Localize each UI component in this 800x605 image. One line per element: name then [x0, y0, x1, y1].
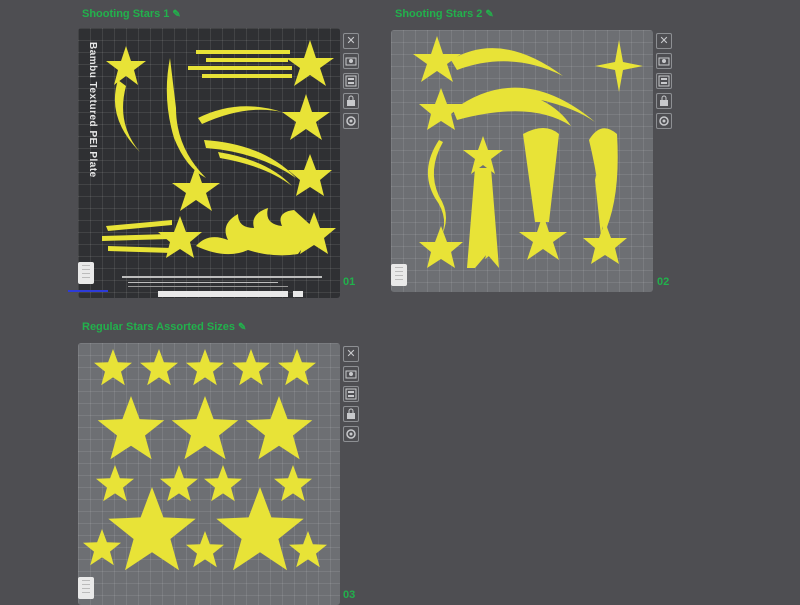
edit-pencil-icon[interactable]: ✎ — [238, 322, 246, 333]
star-model[interactable] — [274, 465, 312, 502]
star-model[interactable] — [245, 396, 313, 460]
star-model[interactable] — [204, 465, 242, 502]
star-model[interactable] — [83, 529, 121, 566]
star-model[interactable] — [108, 487, 196, 571]
comet-tail — [523, 128, 559, 222]
star-model[interactable] — [160, 465, 198, 502]
plate-origin-badge — [78, 262, 94, 284]
auto-orient-icon[interactable] — [343, 366, 359, 382]
settings-icon[interactable] — [343, 426, 359, 442]
build-plate-3[interactable] — [78, 343, 340, 605]
settings-icon[interactable] — [656, 113, 672, 129]
plate-origin-badge — [78, 577, 94, 599]
arrange-icon[interactable] — [656, 73, 672, 89]
star-model[interactable] — [94, 349, 132, 386]
settings-icon[interactable] — [343, 113, 359, 129]
star-model[interactable] — [97, 396, 165, 460]
swoosh-tail — [204, 140, 296, 186]
wavy-tail — [427, 140, 446, 240]
plate-2-toolbar: ✕ — [656, 33, 674, 129]
triple-trail — [589, 128, 618, 236]
arrange-icon[interactable] — [343, 386, 359, 402]
axis-x-icon — [68, 290, 108, 292]
star-model — [288, 154, 332, 196]
plate-1-title[interactable]: Shooting Stars 1 ✎ — [82, 8, 181, 20]
plate-1-toolbar: ✕ — [343, 33, 361, 129]
auto-orient-icon[interactable] — [656, 53, 672, 69]
edit-pencil-icon[interactable]: ✎ — [172, 9, 180, 20]
plate-1-title-label: Shooting Stars 1 — [82, 8, 170, 20]
sparkle-star — [595, 40, 643, 92]
close-icon[interactable]: ✕ — [343, 33, 359, 49]
plate-3-title[interactable]: Regular Stars Assorted Sizes ✎ — [82, 321, 246, 333]
star-model[interactable] — [289, 531, 327, 568]
star-model — [172, 166, 220, 211]
shaft — [467, 168, 499, 268]
star-model — [519, 214, 567, 260]
plate-3-toolbar: ✕ — [343, 346, 361, 442]
star-model — [282, 94, 330, 140]
star-model[interactable] — [171, 396, 239, 460]
plate-origin-badge — [391, 264, 407, 286]
close-icon[interactable]: ✕ — [656, 33, 672, 49]
star-model — [106, 46, 146, 85]
star-model — [419, 226, 463, 268]
star-model[interactable] — [216, 487, 304, 571]
star-model[interactable] — [186, 531, 224, 568]
plate-2-title-label: Shooting Stars 2 — [395, 8, 483, 20]
star-model[interactable] — [186, 349, 224, 386]
plate-3-title-label: Regular Stars Assorted Sizes — [82, 321, 236, 333]
auto-orient-icon[interactable] — [343, 53, 359, 69]
speed-lines — [188, 50, 292, 78]
comet-tail — [453, 87, 595, 126]
plate-3-number: 03 — [343, 589, 356, 601]
star-model[interactable] — [140, 349, 178, 386]
close-icon[interactable]: ✕ — [343, 346, 359, 362]
star-model[interactable] — [96, 465, 134, 502]
shooting-tail — [114, 80, 140, 152]
build-plate-1[interactable]: Bambu Textured PEI Plate — [78, 28, 340, 298]
star-model[interactable] — [232, 349, 270, 386]
lock-icon[interactable] — [656, 93, 672, 109]
edit-pencil-icon[interactable]: ✎ — [485, 9, 493, 20]
lock-icon[interactable] — [343, 406, 359, 422]
star-model[interactable] — [278, 349, 316, 386]
plate-1-number: 01 — [343, 276, 356, 288]
arrange-icon[interactable] — [343, 73, 359, 89]
build-plate-2[interactable] — [391, 30, 653, 292]
star-model — [583, 222, 627, 264]
swoosh-tail — [198, 106, 282, 124]
lock-icon[interactable] — [343, 93, 359, 109]
plate-bottom-strip — [78, 274, 340, 298]
star-model — [286, 40, 334, 86]
comet-tail — [451, 48, 563, 76]
plate-2-title[interactable]: Shooting Stars 2 ✎ — [395, 8, 494, 20]
plate-2-number: 02 — [657, 276, 670, 288]
speed-lines — [102, 220, 172, 253]
